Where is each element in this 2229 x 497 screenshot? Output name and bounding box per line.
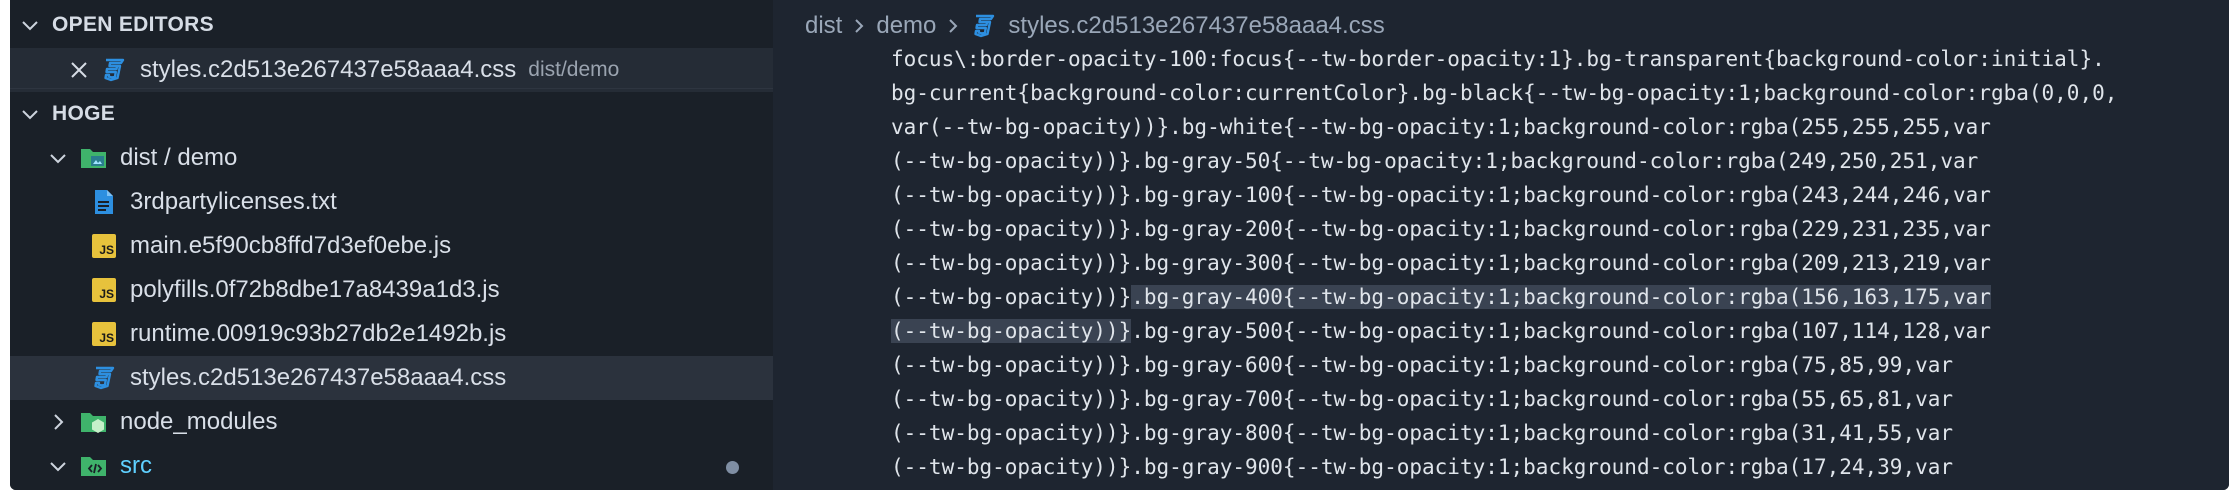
tree-label: src — [120, 452, 152, 479]
code-text: (--tw-bg-opacity))}.bg-gray-600{--tw-bg-… — [891, 353, 1954, 377]
code-line[interactable]: bg-current{background-color:currentColor… — [891, 76, 2117, 110]
tree-label: 3rdpartylicenses.txt — [130, 188, 337, 215]
code-line[interactable]: (--tw-bg-opacity))}.bg-gray-100{--tw-bg-… — [891, 178, 2117, 212]
code-text: (--tw-bg-opacity))}.bg-gray-800{--tw-bg-… — [891, 421, 1954, 445]
code-line[interactable]: (--tw-bg-opacity))}.bg-gray-50{--tw-bg-o… — [891, 144, 2117, 178]
explorer-sidebar: OPEN EDITORS styles.c2d513e267437e58aaa4… — [10, 0, 773, 490]
code-line[interactable]: (--tw-bg-opacity))}.bg-gray-200{--tw-bg-… — [891, 212, 2117, 246]
src-folder-icon — [80, 452, 108, 480]
code-line[interactable]: (--tw-bg-opacity))}.bg-gray-300{--tw-bg-… — [891, 246, 2117, 280]
code-text: (--tw-bg-opacity))} — [891, 285, 1132, 309]
css-file-icon — [90, 364, 118, 392]
code-line[interactable]: (--tw-bg-opacity))}.bg-gray-800{--tw-bg-… — [891, 416, 2117, 450]
code-line[interactable]: (--tw-bg-opacity))}.bg-gray-400{--tw-bg-… — [891, 280, 2117, 314]
breadcrumb-item-demo[interactable]: demo — [876, 12, 936, 40]
open-editor-item[interactable]: styles.c2d513e267437e58aaa4.css dist/dem… — [10, 48, 773, 92]
css-file-icon — [100, 56, 128, 84]
breadcrumb-item-dist[interactable]: dist — [805, 12, 842, 40]
code-text: (--tw-bg-opacity))}.bg-gray-200{--tw-bg-… — [891, 217, 1991, 241]
code-text: (--tw-bg-opacity))}.bg-gray-300{--tw-bg-… — [891, 251, 1991, 275]
chevron-down-icon — [18, 13, 42, 37]
code-content[interactable]: focus\:border-opacity-100:focus{--tw-bor… — [891, 42, 2117, 484]
code-line[interactable]: (--tw-bg-opacity))}.bg-gray-700{--tw-bg-… — [891, 382, 2117, 416]
workspace-header[interactable]: HOGE — [10, 92, 773, 136]
node-folder-icon — [80, 408, 108, 436]
open-editors-title: OPEN EDITORS — [52, 13, 214, 36]
code-line[interactable]: focus\:border-opacity-100:focus{--tw-bor… — [891, 42, 2117, 76]
tree-file-polyfills-js[interactable]: JS polyfills.0f72b8dbe17a8439a1d3.js — [10, 268, 773, 312]
chevron-right-icon — [46, 410, 70, 434]
chevron-down-icon — [18, 102, 42, 126]
text-file-icon — [90, 188, 118, 216]
code-text: .bg-gray-500{--tw-bg-opacity:1;backgroun… — [1131, 319, 1991, 343]
open-editor-path: dist/demo — [528, 58, 620, 81]
chevron-right-icon — [946, 16, 960, 36]
code-text: focus\:border-opacity-100:focus{--tw-bor… — [891, 47, 2105, 71]
folder-open-icon — [80, 144, 108, 172]
code-text: (--tw-bg-opacity))}.bg-gray-900{--tw-bg-… — [891, 455, 1954, 479]
css-file-icon — [970, 12, 998, 40]
tree-folder-node-modules[interactable]: node_modules — [10, 400, 773, 444]
chevron-right-icon — [852, 16, 866, 36]
open-editor-filename: styles.c2d513e267437e58aaa4.css — [140, 56, 517, 83]
selected-text: (--tw-bg-opacity))} — [891, 319, 1132, 343]
tree-file-styles-css[interactable]: styles.c2d513e267437e58aaa4.css — [10, 356, 773, 400]
code-text: (--tw-bg-opacity))}.bg-gray-100{--tw-bg-… — [891, 183, 1991, 207]
breadcrumb-item-file[interactable]: styles.c2d513e267437e58aaa4.css — [1008, 12, 1384, 40]
chevron-down-icon — [46, 454, 70, 478]
tree-label: styles.c2d513e267437e58aaa4.css — [130, 364, 507, 391]
workspace-title: HOGE — [52, 102, 116, 125]
tree-file-3rdpartylicenses[interactable]: 3rdpartylicenses.txt — [10, 180, 773, 224]
js-file-icon: JS — [90, 232, 118, 260]
tree-label: polyfills.0f72b8dbe17a8439a1d3.js — [130, 276, 500, 303]
open-editors-header[interactable]: OPEN EDITORS — [10, 3, 773, 47]
close-icon[interactable] — [68, 59, 90, 81]
code-line[interactable]: (--tw-bg-opacity))}.bg-gray-500{--tw-bg-… — [891, 314, 2117, 348]
chevron-down-icon — [46, 146, 70, 170]
tree-file-runtime-js[interactable]: JS runtime.00919c93b27db2e1492b.js — [10, 312, 773, 356]
js-file-icon: JS — [90, 320, 118, 348]
code-line[interactable]: (--tw-bg-opacity))}.bg-gray-900{--tw-bg-… — [891, 450, 2117, 484]
code-line[interactable]: var(--tw-bg-opacity))}.bg-white{--tw-bg-… — [891, 110, 2117, 144]
tree-label: node_modules — [120, 408, 278, 435]
code-text: bg-current{background-color:currentColor… — [891, 81, 2118, 105]
vscode-window: OPEN EDITORS styles.c2d513e267437e58aaa4… — [10, 0, 2229, 490]
tree-label: main.e5f90cb8ffd7d3ef0ebe.js — [130, 232, 452, 259]
tree-label: dist / demo — [120, 144, 238, 171]
code-text: (--tw-bg-opacity))}.bg-gray-50{--tw-bg-o… — [891, 149, 1979, 173]
code-text: var(--tw-bg-opacity))}.bg-white{--tw-bg-… — [891, 115, 1991, 139]
tree-file-main-js[interactable]: JS main.e5f90cb8ffd7d3ef0ebe.js — [10, 224, 773, 268]
tree-label: runtime.00919c93b27db2e1492b.js — [130, 320, 507, 347]
breadcrumb: dist demo styles.c2d513e267437e58aaa4.cs… — [805, 9, 1385, 43]
code-line[interactable]: (--tw-bg-opacity))}.bg-gray-600{--tw-bg-… — [891, 348, 2117, 382]
code-text: (--tw-bg-opacity))}.bg-gray-700{--tw-bg-… — [891, 387, 1954, 411]
tree-folder-src[interactable]: src — [10, 444, 773, 488]
tree-folder-dist-demo[interactable]: dist / demo — [10, 136, 773, 180]
modified-dot-icon — [726, 461, 739, 474]
code-editor[interactable]: dist demo styles.c2d513e267437e58aaa4.cs… — [773, 0, 2229, 490]
js-file-icon: JS — [90, 276, 118, 304]
selected-text: .bg-gray-400{--tw-bg-opacity:1;backgroun… — [1131, 285, 1991, 309]
section-divider — [10, 88, 773, 89]
